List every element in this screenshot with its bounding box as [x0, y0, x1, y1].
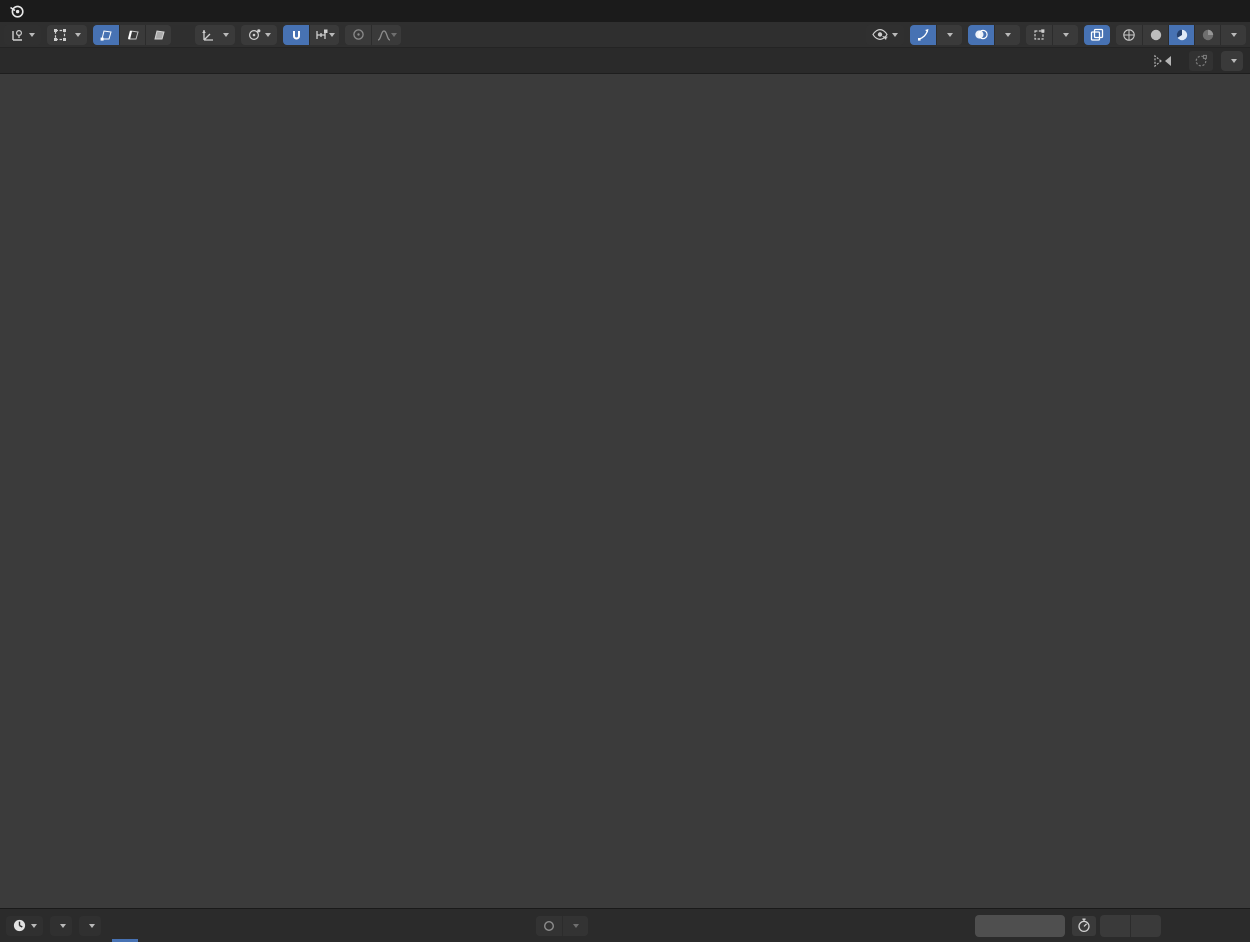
chevron-down-icon	[573, 924, 579, 928]
toggle-xray-button[interactable]	[1084, 25, 1110, 45]
overlays-group	[968, 25, 1020, 45]
visibility-eye-icon	[872, 28, 888, 41]
navigation-gizmo[interactable]	[1163, 82, 1247, 166]
pivot-point-icon	[247, 28, 261, 42]
shading-solid-button[interactable]	[1142, 25, 1168, 45]
tool-settings-bar	[0, 48, 1250, 74]
square-dot-icon	[1033, 28, 1046, 41]
editor-3d-viewport-icon	[10, 28, 25, 42]
chevron-down-icon	[1231, 59, 1237, 63]
chevron-down-icon	[391, 33, 397, 37]
snap-target-icon	[315, 29, 329, 41]
current-frame-field[interactable]	[975, 915, 1065, 937]
show-gizmos-toggle[interactable]	[910, 25, 936, 45]
snap-target-selector[interactable]	[309, 25, 339, 45]
blender-logo-glyph	[9, 3, 25, 19]
auto-merge-button[interactable]	[1189, 51, 1213, 71]
playback-menu[interactable]	[50, 916, 72, 936]
chevron-down-icon	[947, 33, 953, 37]
stopwatch-icon	[1077, 918, 1091, 933]
topbar	[0, 0, 1250, 22]
overlays-icon	[974, 28, 988, 41]
end-frame-field[interactable]	[1130, 915, 1161, 937]
select-mode-group	[93, 25, 171, 45]
chevron-down-icon	[89, 924, 95, 928]
wireframe-sphere-icon	[1122, 28, 1136, 42]
chevron-down-icon	[60, 924, 66, 928]
viewport-header	[0, 22, 1250, 48]
mirror-icon	[1153, 54, 1173, 68]
gizmos-group	[910, 25, 962, 45]
chevron-down-icon	[31, 924, 37, 928]
magnet-icon	[290, 28, 303, 41]
shading-material-preview-button[interactable]	[1168, 25, 1194, 45]
auto-merge-icon	[1194, 54, 1208, 68]
falloff-curve-icon	[377, 29, 391, 41]
shading-dropdown[interactable]	[1220, 25, 1246, 45]
snap-magnet-toggle[interactable]	[283, 25, 309, 45]
show-overlays-toggle[interactable]	[968, 25, 994, 45]
chevron-down-icon	[329, 33, 335, 37]
viewport-canvas[interactable]	[0, 74, 1250, 908]
shading-wireframe-button[interactable]	[1116, 25, 1142, 45]
clock-icon	[12, 918, 27, 933]
chevron-down-icon	[892, 33, 898, 37]
xray-settings-group	[1026, 25, 1078, 45]
timeline-editor-type-button[interactable]	[6, 916, 43, 936]
use-preview-range-button[interactable]	[1072, 916, 1096, 936]
edit-mode-icon	[53, 28, 67, 42]
auto-keyframe-group	[536, 916, 588, 936]
proportional-group	[345, 25, 401, 45]
chevron-down-icon	[75, 33, 81, 37]
proportional-circle-icon	[352, 28, 365, 41]
gizmo-arrow-icon	[917, 28, 930, 41]
editor-type-button[interactable]	[4, 25, 41, 45]
chevron-down-icon	[223, 33, 229, 37]
start-frame-field[interactable]	[1100, 915, 1130, 937]
face-select-button[interactable]	[145, 25, 171, 45]
auto-keyframe-toggle[interactable]	[536, 916, 562, 936]
timeline-bar	[0, 908, 1250, 942]
proportional-falloff-selector[interactable]	[371, 25, 401, 45]
vertex-select-button[interactable]	[93, 25, 119, 45]
blender-logo-icon[interactable]	[0, 0, 32, 22]
visibility-selector[interactable]	[866, 25, 904, 45]
pivot-point-selector[interactable]	[241, 25, 277, 45]
shading-group	[1116, 25, 1246, 45]
chevron-down-icon	[1005, 33, 1011, 37]
chevron-down-icon	[1231, 33, 1237, 37]
transform-orientation-selector[interactable]	[195, 25, 235, 45]
xray-settings-button[interactable]	[1026, 25, 1052, 45]
options-dropdown[interactable]	[1221, 51, 1243, 71]
snap-group	[283, 25, 339, 45]
keying-menu[interactable]	[79, 916, 101, 936]
chevron-down-icon	[1063, 33, 1069, 37]
gizmos-dropdown[interactable]	[936, 25, 962, 45]
shading-rendered-button[interactable]	[1194, 25, 1220, 45]
chevron-down-icon	[265, 33, 271, 37]
viewport[interactable]	[0, 74, 1250, 908]
edge-select-button[interactable]	[119, 25, 145, 45]
frame-range-group	[1100, 915, 1161, 937]
blender-window	[0, 0, 1250, 942]
overlays-dropdown[interactable]	[994, 25, 1020, 45]
chevron-down-icon	[29, 33, 35, 37]
record-circle-icon	[543, 920, 555, 932]
mode-selector[interactable]	[47, 25, 87, 45]
auto-keyframe-dropdown[interactable]	[562, 916, 588, 936]
xray-icon	[1090, 28, 1104, 42]
xray-settings-dropdown[interactable]	[1052, 25, 1078, 45]
orientation-axes-icon	[201, 28, 215, 42]
proportional-editing-toggle[interactable]	[345, 25, 371, 45]
